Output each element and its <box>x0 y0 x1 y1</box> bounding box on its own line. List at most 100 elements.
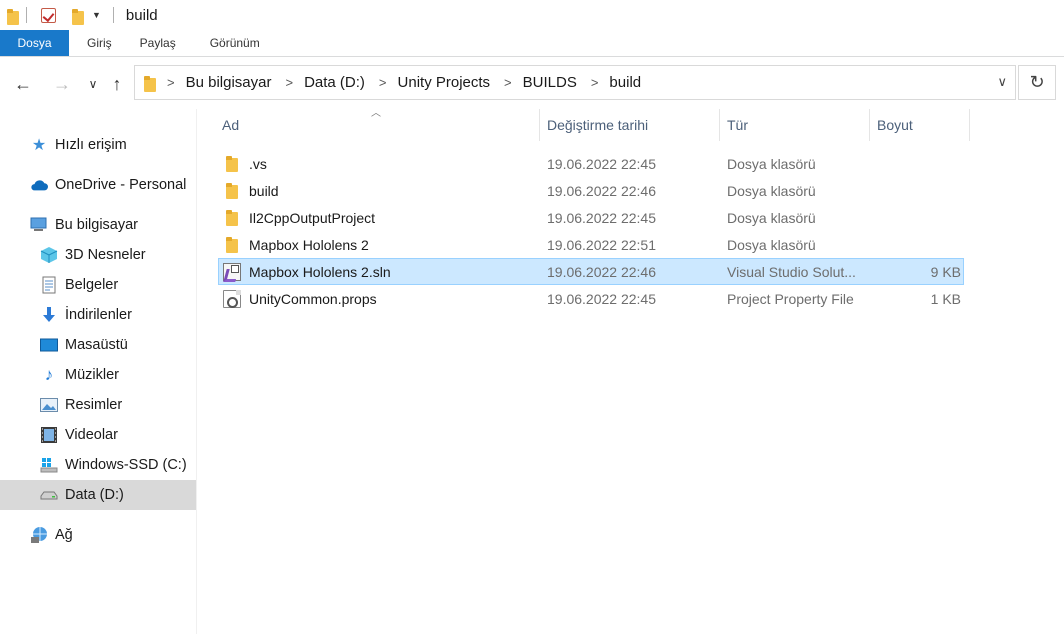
back-arrow-icon: ← <box>14 73 32 94</box>
breadcrumb-label[interactable]: BUILDS <box>523 74 577 91</box>
chevron-right-icon[interactable]: > <box>379 75 387 90</box>
breadcrumb-label[interactable]: build <box>609 74 641 91</box>
chevron-right-icon[interactable]: > <box>167 75 175 90</box>
file-size <box>879 232 961 257</box>
folder-icon <box>223 182 241 200</box>
tab-share[interactable]: Paylaş <box>130 30 194 56</box>
sidebar-item-label: Belgeler <box>65 277 119 293</box>
sidebar-item-label: OneDrive - Personal <box>55 177 187 193</box>
breadcrumb-item[interactable]: > BUILDS <box>504 74 591 91</box>
sidebar-item-music[interactable]: ♪ Müzikler <box>0 360 196 390</box>
sidebar-item-data-drive[interactable]: Data (D:) <box>0 480 196 510</box>
sidebar-item-label: Ağ <box>55 527 73 543</box>
file-size <box>879 178 961 203</box>
file-name: UnityCommon.props <box>249 290 377 307</box>
visual-studio-solution-icon <box>223 262 241 281</box>
tab-file[interactable]: Dosya <box>0 30 69 56</box>
music-icon: ♪ <box>44 365 54 384</box>
title-bar: ▼ build <box>0 0 1064 30</box>
file-size: 9 KB <box>930 263 961 280</box>
file-row[interactable]: Mapbox Hololens 2 19.06.2022 22:51 Dosya… <box>218 231 964 258</box>
sidebar-item-3d-objects[interactable]: 3D Nesneler <box>0 240 196 270</box>
folder-icon <box>223 209 241 227</box>
folder-icon <box>223 236 241 254</box>
sidebar-item-videos[interactable]: Videolar <box>0 420 196 450</box>
file-type: Visual Studio Solut... <box>727 263 856 280</box>
folder-icon <box>4 8 19 25</box>
breadcrumb-item[interactable]: > Unity Projects <box>379 74 504 91</box>
breadcrumb-label[interactable]: Bu bilgisayar <box>186 74 272 91</box>
sidebar-item-label: Masaüstü <box>65 337 128 353</box>
sidebar-item-documents[interactable]: Belgeler <box>0 270 196 300</box>
breadcrumb-item[interactable]: > build <box>591 74 655 91</box>
file-type: Dosya klasörü <box>727 236 816 253</box>
file-type: Dosya klasörü <box>727 209 816 226</box>
file-name: Mapbox Hololens 2 <box>249 236 369 253</box>
address-history-dropdown-icon[interactable]: ∨ <box>997 74 1007 90</box>
refresh-button[interactable]: ↻ <box>1018 65 1056 100</box>
breadcrumb-item[interactable]: > Data (D:) <box>285 74 378 91</box>
file-row[interactable]: Il2CppOutputProject 19.06.2022 22:45 Dos… <box>218 204 964 231</box>
sidebar-item-label: Hızlı erişim <box>55 137 127 153</box>
recent-locations-button[interactable]: ∨ <box>80 71 106 97</box>
file-name: .vs <box>249 155 267 172</box>
back-button[interactable]: ← <box>10 71 36 97</box>
sidebar-item-label: Bu bilgisayar <box>55 217 139 233</box>
customize-toolbar-icon[interactable]: ▼ <box>92 10 101 20</box>
file-name: build <box>249 182 279 199</box>
folder-icon <box>223 155 241 173</box>
file-type: Project Property File <box>727 290 854 307</box>
sidebar-item-desktop[interactable]: Masaüstü <box>0 330 196 360</box>
properties-icon[interactable] <box>41 7 56 23</box>
column-header-name[interactable]: Ad <box>214 109 539 141</box>
star-icon: ★ <box>31 137 47 154</box>
sidebar-item-onedrive[interactable]: OneDrive - Personal <box>0 170 196 200</box>
address-bar[interactable]: > Bu bilgisayar > Data (D:) > Unity Proj… <box>134 65 1016 100</box>
file-row[interactable]: .vs 19.06.2022 22:45 Dosya klasörü <box>218 150 964 177</box>
file-row[interactable]: UnityCommon.props 19.06.2022 22:45 Proje… <box>218 285 964 312</box>
file-row[interactable]: build 19.06.2022 22:46 Dosya klasörü <box>218 177 964 204</box>
chevron-right-icon[interactable]: > <box>504 75 512 90</box>
file-date-modified: 19.06.2022 22:46 <box>547 182 656 199</box>
chevron-right-icon[interactable]: > <box>591 75 599 90</box>
file-size: 1 KB <box>930 290 961 307</box>
file-date-modified: 19.06.2022 22:45 <box>547 209 656 226</box>
breadcrumb-label[interactable]: Unity Projects <box>398 74 491 91</box>
sidebar-item-label: Data (D:) <box>65 487 124 503</box>
sidebar-item-this-pc[interactable]: Bu bilgisayar <box>0 210 196 240</box>
file-type: Dosya klasörü <box>727 182 816 199</box>
sidebar-item-pictures[interactable]: Resimler <box>0 390 196 420</box>
cloud-icon <box>30 176 48 194</box>
column-header-size[interactable]: Boyut <box>869 109 969 141</box>
breadcrumb-item[interactable]: > Bu bilgisayar <box>167 74 285 91</box>
toolbar-separator <box>26 7 27 23</box>
column-header-date-modified[interactable]: Değiştirme tarihi <box>539 109 719 141</box>
chevron-right-icon[interactable]: > <box>285 75 293 90</box>
breadcrumb-label[interactable]: Data (D:) <box>304 74 365 91</box>
column-divider[interactable] <box>969 109 970 141</box>
sidebar-item-label: İndirilenler <box>65 307 132 323</box>
property-file-icon <box>223 289 241 308</box>
file-size <box>879 205 961 230</box>
quick-access-toolbar: ▼ <box>0 0 101 30</box>
tab-home[interactable]: Giriş <box>69 30 130 56</box>
network-icon <box>30 526 48 544</box>
file-date-modified: 19.06.2022 22:46 <box>547 263 656 280</box>
refresh-icon: ↻ <box>1029 72 1045 92</box>
tab-view[interactable]: Görünüm <box>194 30 278 56</box>
up-button[interactable]: ↑ <box>104 71 130 97</box>
new-folder-icon[interactable] <box>69 8 84 25</box>
navigation-pane: ★ Hızlı erişim OneDrive - Personal Bu bi… <box>0 109 197 634</box>
sidebar-item-downloads[interactable]: İndirilenler <box>0 300 196 330</box>
file-row-selected[interactable]: Mapbox Hololens 2.sln 19.06.2022 22:46 V… <box>218 258 964 285</box>
sidebar-item-quick-access[interactable]: ★ Hızlı erişim <box>0 130 196 160</box>
pictures-icon <box>40 396 58 414</box>
sidebar-item-windows-ssd[interactable]: Windows-SSD (C:) <box>0 450 196 480</box>
navigation-bar: ← → ∨ ↑ > Bu bilgisayar > Data (D:) > Un… <box>0 57 1064 109</box>
column-header-type[interactable]: Tür <box>719 109 869 141</box>
forward-button[interactable]: → <box>49 71 75 97</box>
file-date-modified: 19.06.2022 22:51 <box>547 236 656 253</box>
sidebar-item-label: Videolar <box>65 427 118 443</box>
file-name: Il2CppOutputProject <box>249 209 376 226</box>
sidebar-item-network[interactable]: Ağ <box>0 520 196 550</box>
